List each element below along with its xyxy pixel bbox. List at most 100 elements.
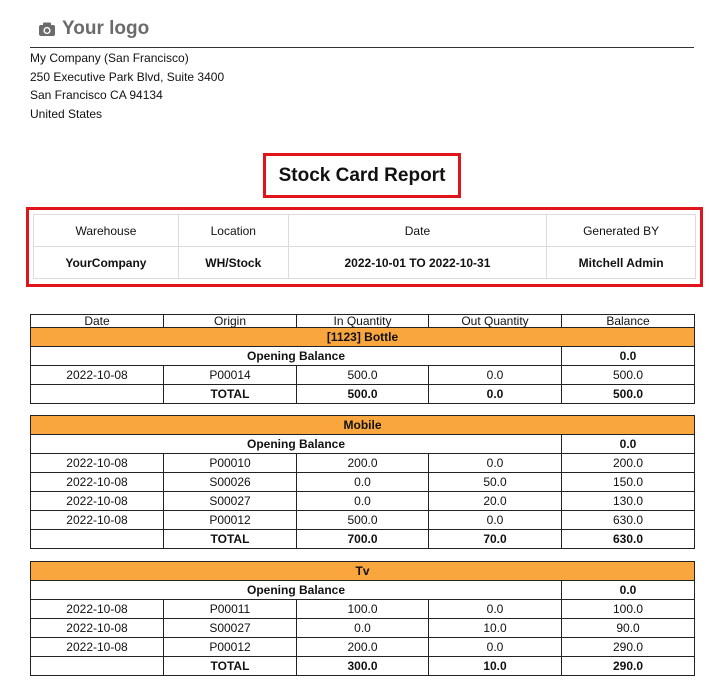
row-origin: S00027 — [163, 618, 297, 638]
row-date: 2022-10-08 — [30, 599, 164, 619]
row-date: 2022-10-08 — [30, 618, 164, 638]
total-empty-cell — [30, 656, 164, 676]
report-info-table: Warehouse Location Date Generated BY You… — [33, 214, 696, 279]
row-origin: P00012 — [163, 510, 297, 530]
row-date: 2022-10-08 — [30, 365, 164, 385]
camera-icon — [39, 22, 55, 36]
row-out-quantity: 20.0 — [428, 491, 562, 511]
total-in-quantity: 500.0 — [296, 384, 429, 404]
row-origin: P00011 — [163, 599, 297, 619]
product-row: Mobile — [29, 415, 696, 435]
info-header-generated-by: Generated BY — [546, 214, 696, 247]
total-empty-cell — [30, 384, 164, 404]
column-header-balance: Balance — [561, 314, 695, 328]
address-line: San Francisco CA 94134 — [30, 88, 163, 102]
info-header-location: Location — [177, 214, 289, 247]
row-in-quantity: 0.0 — [296, 472, 429, 492]
row-balance: 200.0 — [560, 453, 696, 473]
row-out-quantity: 50.0 — [428, 472, 562, 492]
product-name: [1123] Bottle — [30, 327, 695, 347]
total-in-quantity: 300.0 — [296, 656, 429, 676]
row-origin: P00010 — [163, 453, 297, 473]
total-label: TOTAL — [163, 656, 297, 676]
row-in-quantity: 500.0 — [296, 365, 429, 385]
row-balance: 500.0 — [561, 365, 695, 385]
row-in-quantity: 500.0 — [296, 510, 429, 530]
total-row: TOTAL 500.0 0.0 500.0 — [30, 384, 695, 404]
opening-balance-label: Opening Balance — [30, 580, 562, 600]
row-date: 2022-10-08 — [30, 453, 164, 473]
total-out-quantity: 70.0 — [428, 529, 562, 549]
table-row: 2022-10-08 S00026 0.0 50.0 150.0 — [30, 472, 696, 492]
header-divider — [30, 47, 694, 48]
row-origin: P00014 — [163, 365, 297, 385]
company-address: My Company (San Francisco) 250 Executive… — [30, 49, 224, 123]
stock-header-row: Date Origin In Quantity Out Quantity Bal… — [30, 314, 695, 328]
row-balance: 130.0 — [560, 491, 696, 511]
opening-balance-row: Opening Balance 0.0 — [30, 580, 696, 600]
row-balance: 630.0 — [560, 510, 696, 530]
product-row: [1123] Bottle — [30, 327, 695, 347]
row-out-quantity: 0.0 — [428, 453, 562, 473]
table-row: 2022-10-08 P00014 500.0 0.0 500.0 — [30, 365, 695, 385]
row-in-quantity: 0.0 — [296, 491, 429, 511]
row-in-quantity: 100.0 — [296, 599, 429, 619]
table-row: 2022-10-08 P00012 200.0 0.0 290.0 — [30, 637, 696, 657]
row-date: 2022-10-08 — [30, 510, 164, 530]
row-date: 2022-10-08 — [30, 472, 164, 492]
info-value-date: 2022-10-01 TO 2022-10-31 — [287, 246, 548, 279]
stock-table-mobile: Mobile Opening Balance 0.0 2022-10-08 P0… — [29, 415, 696, 549]
report-title: Stock Card Report — [278, 164, 446, 186]
opening-balance-row: Opening Balance 0.0 — [30, 346, 695, 366]
info-header-warehouse: Warehouse — [33, 214, 179, 247]
stock-table-bottle: Date Origin In Quantity Out Quantity Bal… — [30, 314, 695, 404]
row-out-quantity: 10.0 — [428, 618, 562, 638]
total-balance: 500.0 — [561, 384, 695, 404]
product-name: Tv — [29, 561, 696, 581]
opening-balance-value: 0.0 — [560, 434, 696, 454]
total-label: TOTAL — [163, 529, 297, 549]
row-in-quantity: 200.0 — [296, 453, 429, 473]
table-row: 2022-10-08 S00027 0.0 10.0 90.0 — [30, 618, 696, 638]
row-origin: S00026 — [163, 472, 297, 492]
opening-balance-label: Opening Balance — [30, 434, 562, 454]
logo-text: Your logo — [62, 18, 150, 39]
report-title-box: Stock Card Report — [263, 153, 461, 198]
row-out-quantity: 0.0 — [428, 637, 562, 657]
column-header-origin: Origin — [163, 314, 297, 328]
info-value-generated-by: Mitchell Admin — [546, 246, 696, 279]
total-empty-cell — [30, 529, 164, 549]
info-header-date: Date — [287, 214, 548, 247]
column-header-out-quantity: Out Quantity — [428, 314, 562, 328]
total-label: TOTAL — [163, 384, 297, 404]
row-balance: 290.0 — [560, 637, 696, 657]
row-out-quantity: 0.0 — [428, 365, 562, 385]
address-line: My Company (San Francisco) — [30, 51, 189, 65]
table-row: 2022-10-08 P00010 200.0 0.0 200.0 — [30, 453, 696, 473]
stock-table-tv: Tv Opening Balance 0.0 2022-10-08 P00011… — [29, 561, 696, 676]
row-out-quantity: 0.0 — [428, 599, 562, 619]
table-row: 2022-10-08 P00011 100.0 0.0 100.0 — [30, 599, 696, 619]
row-balance: 150.0 — [560, 472, 696, 492]
opening-balance-value: 0.0 — [560, 580, 696, 600]
row-out-quantity: 0.0 — [428, 510, 562, 530]
total-balance: 290.0 — [560, 656, 696, 676]
total-row: TOTAL 300.0 10.0 290.0 — [30, 656, 696, 676]
row-balance: 100.0 — [560, 599, 696, 619]
info-value-row: YourCompany WH/Stock 2022-10-01 TO 2022-… — [33, 246, 696, 279]
report-info-box: Warehouse Location Date Generated BY You… — [26, 207, 703, 287]
total-out-quantity: 0.0 — [428, 384, 562, 404]
info-header-row: Warehouse Location Date Generated BY — [33, 214, 696, 247]
row-date: 2022-10-08 — [30, 637, 164, 657]
info-value-location: WH/Stock — [177, 246, 289, 279]
address-line: United States — [30, 106, 103, 121]
row-balance: 90.0 — [560, 618, 696, 638]
product-name: Mobile — [29, 415, 696, 435]
total-row: TOTAL 700.0 70.0 630.0 — [30, 529, 696, 549]
opening-balance-value: 0.0 — [561, 346, 695, 366]
row-in-quantity: 200.0 — [296, 637, 429, 657]
row-date: 2022-10-08 — [30, 491, 164, 511]
total-out-quantity: 10.0 — [428, 656, 562, 676]
column-header-in-quantity: In Quantity — [296, 314, 429, 328]
total-balance: 630.0 — [560, 529, 696, 549]
